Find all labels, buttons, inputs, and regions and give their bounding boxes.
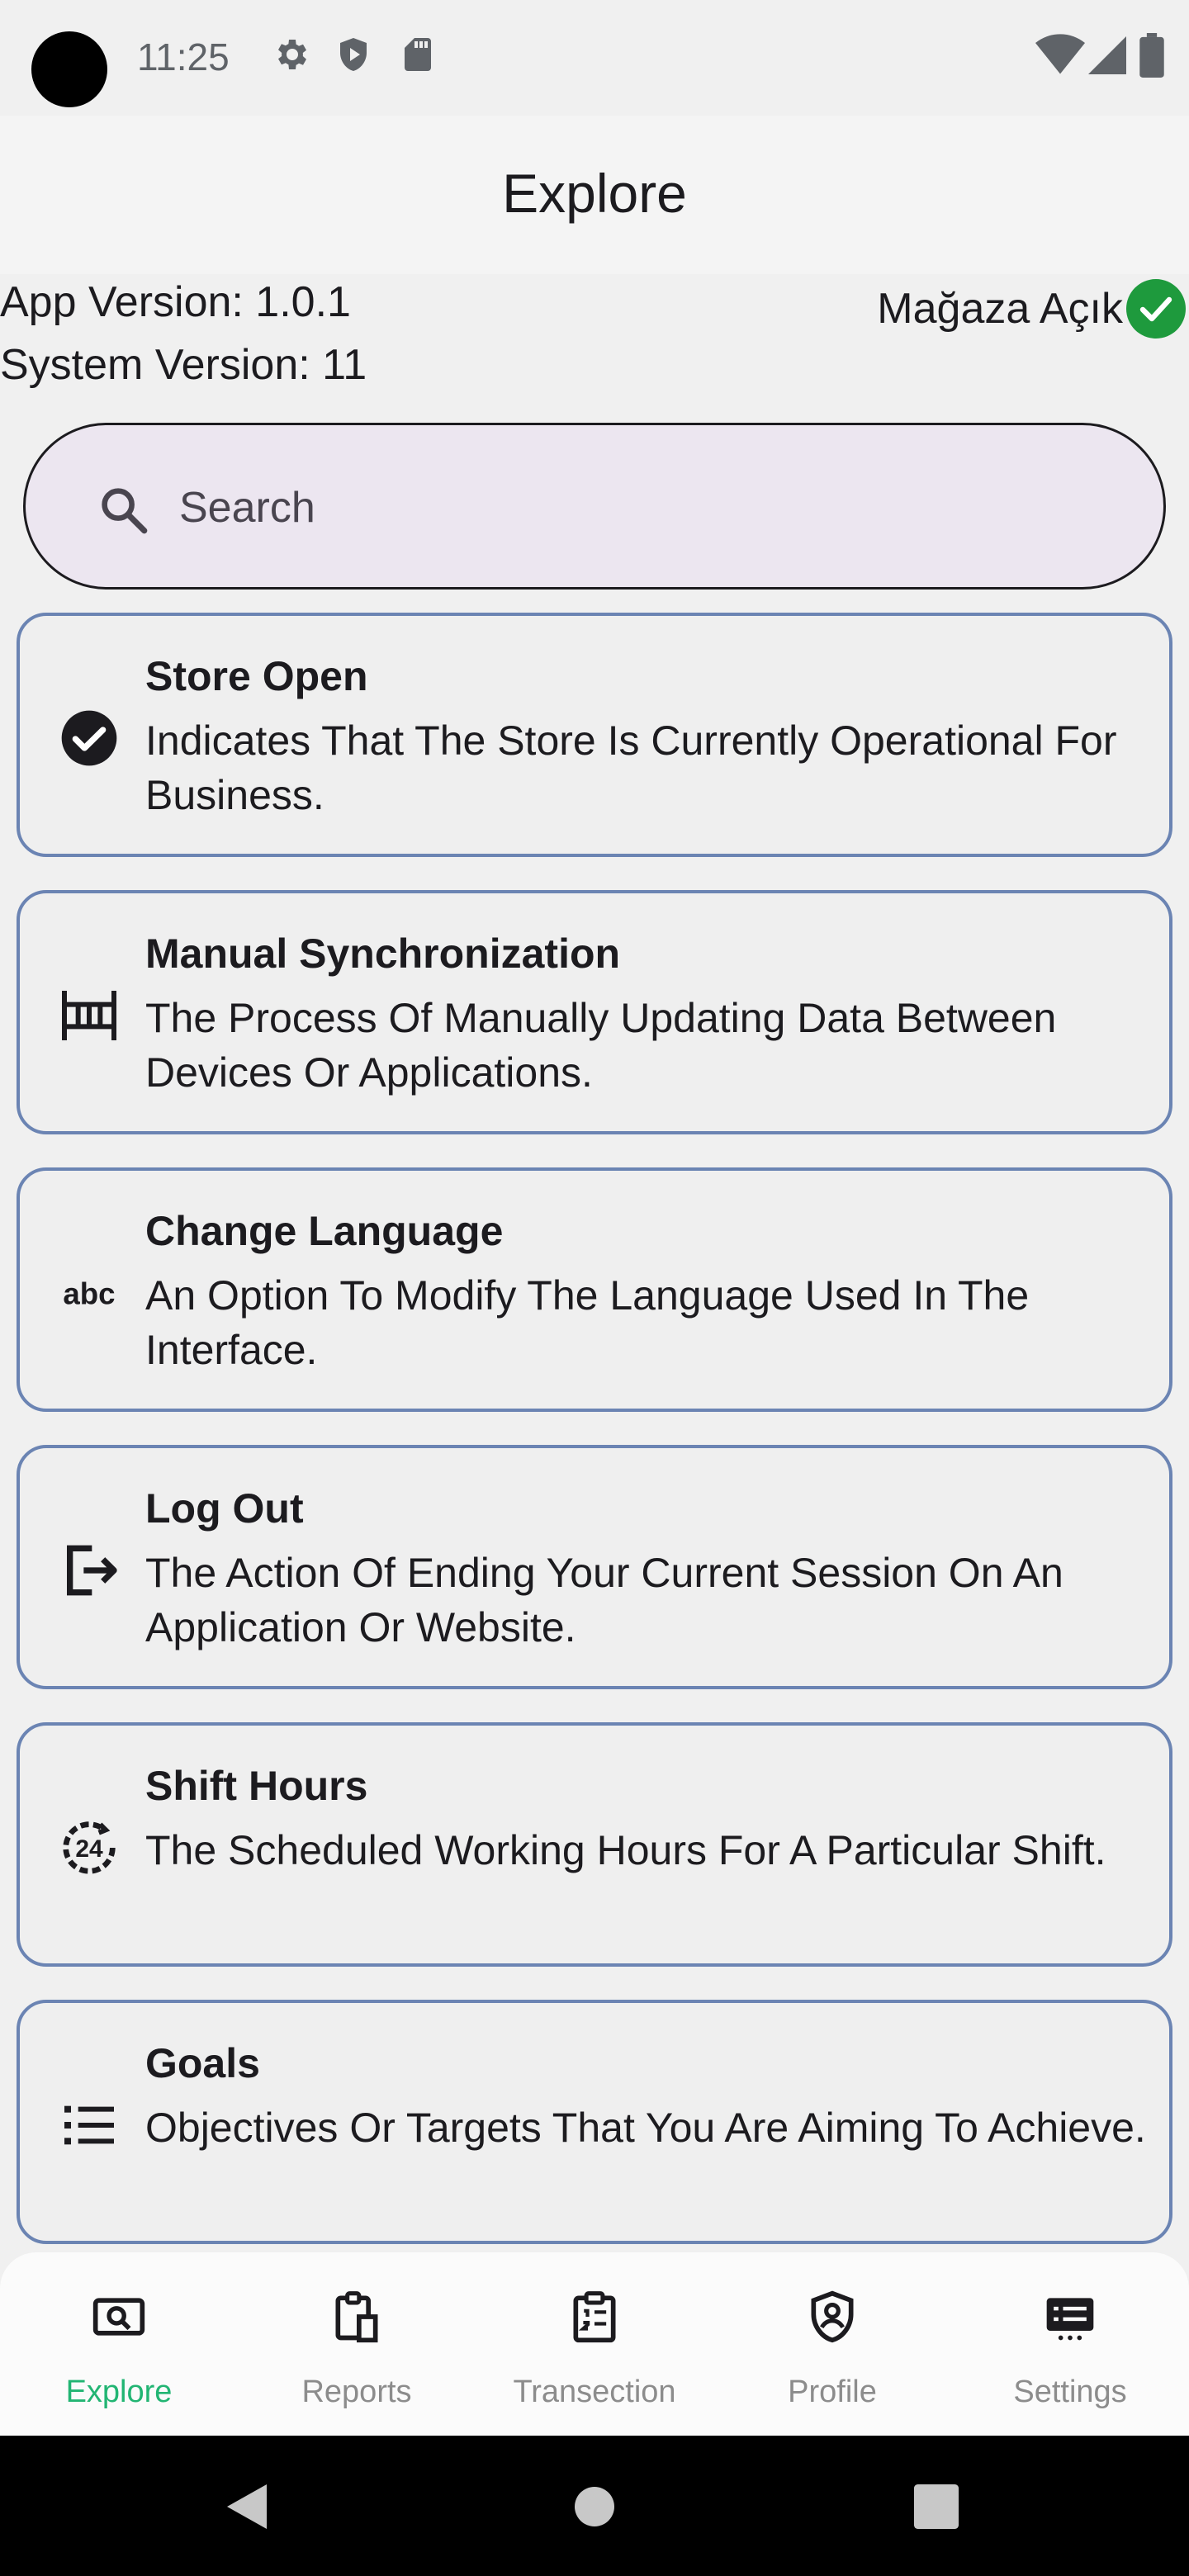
sync-icon (62, 991, 116, 1040)
card-manual-synchronization[interactable]: Manual Synchronization The Process Of Ma… (17, 890, 1172, 1134)
card-description: Indicates That The Store Is Currently Op… (145, 717, 1117, 818)
nav-reports[interactable]: Reports (238, 2252, 476, 2436)
settings-icon (1046, 2298, 1094, 2341)
card-title: Store Open (145, 653, 368, 699)
card-title: Log Out (145, 1485, 304, 1532)
battery-icon (1139, 33, 1164, 78)
settings-icon (278, 40, 306, 69)
svg-text:abc: abc (63, 1276, 115, 1310)
shield-icon (340, 38, 367, 71)
profile-icon (811, 2290, 854, 2343)
sd-card-icon (405, 38, 431, 71)
card-description: Objectives Or Targets That You Are Aimin… (145, 2105, 1146, 2151)
signal-icon (1088, 36, 1126, 74)
card-description: An Option To Modify The Language Used In… (145, 1272, 1030, 1373)
card-store-open[interactable]: Store Open Indicates That The Store Is C… (17, 613, 1172, 857)
list-icon (64, 2105, 114, 2145)
recents-icon[interactable] (907, 2477, 966, 2536)
reports-icon (335, 2291, 378, 2343)
card-log-out[interactable]: Log Out The Action Of Ending Your Curren… (17, 1445, 1172, 1689)
card-title: Goals (145, 2040, 260, 2086)
camera-cutout (31, 31, 107, 107)
status-bar: 11:25 (0, 0, 1189, 116)
app-version: App Version: 1.0.1 (0, 278, 351, 326)
card-change-language[interactable]: abc Change Language An Option To Modify … (17, 1167, 1172, 1412)
wifi-icon (1035, 34, 1085, 74)
nav-label: Explore (65, 2375, 173, 2409)
system-navigation-bar (0, 2436, 1189, 2576)
card-shift-hours[interactable]: 24 Shift Hours The Scheduled Working Hou… (17, 1722, 1172, 1967)
card-title: Change Language (145, 1208, 504, 1254)
search-bar[interactable] (23, 423, 1166, 590)
explore-icon (92, 2298, 145, 2336)
status-time: 11:25 (137, 36, 230, 78)
nav-label: Settings (1013, 2375, 1127, 2409)
card-description: The Process Of Manually Updating Data Be… (145, 995, 1057, 1096)
transaction-icon (573, 2291, 616, 2343)
card-title: Shift Hours (145, 1763, 368, 1809)
nav-transection[interactable]: Transection (476, 2252, 713, 2436)
back-icon[interactable] (220, 2477, 279, 2536)
bottom-navigation: Explore Reports Transection Profile Sett… (0, 2252, 1189, 2436)
nav-label: Reports (301, 2375, 412, 2409)
system-version: System Version: 11 (0, 341, 367, 389)
search-input[interactable] (179, 466, 1129, 549)
nav-profile[interactable]: Profile (713, 2252, 951, 2436)
clock-24-icon: 24 (63, 1821, 116, 1874)
logout-icon (67, 1545, 117, 1596)
app-bar: Explore (0, 116, 1189, 274)
check-circle-icon (61, 710, 117, 766)
nav-explore[interactable]: Explore (0, 2252, 238, 2436)
nav-settings[interactable]: Settings (951, 2252, 1189, 2436)
home-icon[interactable] (565, 2477, 624, 2536)
card-title: Manual Synchronization (145, 930, 621, 977)
search-icon[interactable] (97, 483, 151, 537)
card-goals[interactable]: Goals Objectives Or Targets That You Are… (17, 2000, 1172, 2244)
svg-text:24: 24 (75, 1835, 103, 1863)
card-description: The Scheduled Working Hours For A Partic… (145, 1827, 1106, 1873)
page-title: Explore (502, 163, 687, 224)
store-status: Mağaza Açık (877, 276, 1186, 342)
nav-label: Profile (788, 2375, 877, 2409)
abc-icon: abc (63, 1276, 115, 1310)
store-status-label: Mağaza Açık (877, 285, 1123, 333)
nav-label: Transection (513, 2375, 676, 2409)
check-circle-icon (1126, 279, 1186, 339)
card-description: The Action Of Ending Your Current Sessio… (145, 1550, 1063, 1650)
